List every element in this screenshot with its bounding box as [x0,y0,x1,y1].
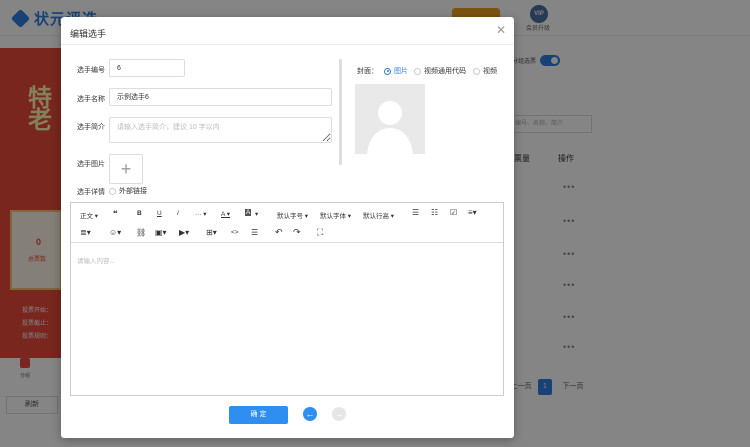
external-link-radio[interactable] [109,187,116,195]
cover-image-placeholder[interactable] [355,84,425,154]
code-icon[interactable]: <> [231,229,239,236]
fullscreen-icon[interactable]: ⛶ [317,227,323,238]
background-color-icon[interactable]: A [245,209,252,216]
video-icon[interactable]: ▶▾ [179,228,189,237]
image-label: 选手图片 [77,161,105,168]
undo-icon[interactable]: ↶ [275,227,283,238]
number-input[interactable] [109,59,185,77]
external-link-option[interactable]: 外部链接 [109,186,147,196]
cover-image-radio[interactable] [384,67,391,75]
number-label: 选手编号 [77,67,105,74]
name-input[interactable] [109,88,332,106]
link-icon[interactable]: ⛓ [136,228,146,237]
checklist-icon[interactable]: ☑ [450,208,457,217]
cover-image-label: 图片 [394,68,408,75]
arrow-right-icon[interactable]: → [332,407,346,421]
bold-icon[interactable]: B [137,210,142,217]
italic-icon[interactable]: I [177,210,179,217]
name-label: 选手名称 [77,96,105,103]
redo-icon[interactable]: ↷ [293,227,301,238]
intro-label: 选手简介 [77,124,105,131]
image-upload-button[interactable]: + [109,154,143,184]
close-icon[interactable]: ✕ [496,23,506,37]
avatar-placeholder-icon [355,84,425,154]
cover-option-video[interactable]: 视频 [473,66,497,76]
confirm-button[interactable]: 确 定 [229,406,288,424]
more-format-icon[interactable]: ··· ▾ [195,210,207,218]
cover-label: 封面： [357,68,378,75]
editor-content-area[interactable]: 请输入内容... [71,243,503,395]
cover-video-code-label: 视频通用代码 [424,68,466,75]
align-icon[interactable]: ≡▾ [468,208,477,217]
line-height-dropdown[interactable]: 默认行高 ▾ [363,210,394,220]
background-color-dropdown-icon[interactable]: ▾ [255,210,258,218]
external-link-label: 外部链接 [119,188,147,195]
cover-video-radio[interactable] [473,67,480,75]
image-icon[interactable]: ▣▾ [155,228,167,237]
dialog-divider [61,44,514,45]
underline-icon[interactable]: U [157,210,162,217]
detail-label: 选手详情 [77,189,105,196]
indent-icon[interactable]: ≣▾ [80,228,91,237]
divider-icon[interactable]: ☰ [251,228,258,237]
paragraph-style-dropdown[interactable]: 正文 ▾ [80,210,98,220]
intro-textarea[interactable] [109,117,332,143]
cover-option-image[interactable]: 图片 [384,66,408,76]
plus-icon: + [120,159,132,179]
cover-option-video-code[interactable]: 视频通用代码 [414,66,466,76]
dialog-title: 编辑选手 [70,29,107,39]
numbered-list-icon[interactable]: ☷ [431,208,438,217]
rich-text-editor: 正文 ▾ ❝ B U I ··· ▾ A ▾ A ▾ 默认字号 ▾ 默认字体 ▾… [70,202,504,396]
editor-toolbar: 正文 ▾ ❝ B U I ··· ▾ A ▾ A ▾ 默认字号 ▾ 默认字体 ▾… [71,203,503,243]
edit-contestant-dialog: 编辑选手 ✕ 选手编号 选手名称 选手简介 选手图片 + 选手详情 外部链接 封… [61,17,514,438]
emoji-icon[interactable]: ☺▾ [109,228,121,237]
font-family-dropdown[interactable]: 默认字体 ▾ [320,210,351,220]
bullet-list-icon[interactable]: ☰ [412,208,419,217]
arrow-left-icon[interactable]: ← [303,407,317,421]
font-size-dropdown[interactable]: 默认字号 ▾ [277,210,308,220]
form-scrollbar[interactable] [339,59,342,165]
font-color-icon[interactable]: A ▾ [221,210,230,218]
table-icon[interactable]: ⊞▾ [206,228,217,237]
cover-video-label: 视频 [483,68,497,75]
cover-video-code-radio[interactable] [414,67,421,75]
blockquote-icon[interactable]: ❝ [113,209,118,218]
